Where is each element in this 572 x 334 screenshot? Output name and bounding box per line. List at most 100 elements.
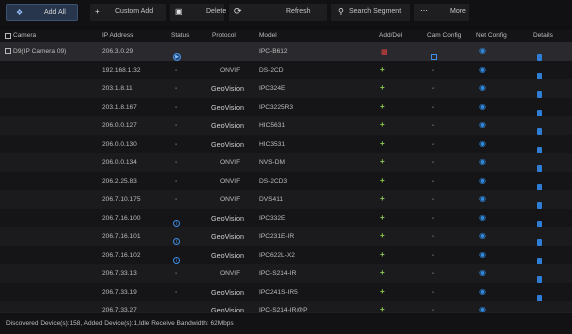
column-model[interactable]: Model [259, 32, 277, 39]
table-row[interactable]: 206.2.25.83 - ONVIF DS-2CD3 + - ◉ [0, 171, 572, 191]
gear-icon[interactable]: ◉ [479, 139, 486, 148]
cam-config-dash: - [432, 122, 435, 129]
table-row[interactable]: 192.168.1.32 - ONVIF DS-2CD + - ◉ [0, 60, 572, 80]
add-icon[interactable]: + [380, 176, 385, 185]
column-protocol[interactable]: Protocol [212, 32, 236, 39]
custom-add-button[interactable]: + Custom Add [90, 4, 166, 21]
cam-config-dash: - [432, 177, 435, 185]
table-row[interactable]: 203.1.8.11 - GeoVision IPC324E + - ◉ [0, 79, 572, 98]
gear-icon[interactable]: ◉ [479, 194, 486, 203]
status-dash: - [175, 159, 178, 166]
protocol: GeoVision [211, 121, 245, 130]
table-row[interactable]: 206.7.16.101 i GeoVision IPC231E-IR + - ◉ [0, 227, 572, 246]
row-checkbox[interactable] [5, 48, 11, 54]
table-row[interactable]: 206.0.0.134 - ONVIF NVS-DM + - ◉ [0, 153, 572, 172]
gear-icon[interactable]: ◉ [479, 46, 486, 55]
plus-icon: + [95, 7, 100, 16]
gear-icon[interactable]: ◉ [479, 157, 486, 166]
table-row[interactable]: 206.7.16.100 i GeoVision IPC332E + - ◉ [0, 208, 572, 228]
gear-icon[interactable]: ◉ [479, 213, 486, 222]
table-row[interactable]: 203.1.8.167 - GeoVision IPC3225R3 + - ◉ [0, 97, 572, 117]
status-dash: - [175, 196, 178, 203]
protocol: GeoVision [211, 102, 245, 112]
table-row[interactable]: D9(IP Camera 09) 206.3.0.29 ▶ IPC-B612 ▩ ◉ [0, 42, 572, 61]
ip-address: 206.7.16.102 [102, 251, 141, 259]
delete-icon[interactable]: ▩ [381, 48, 388, 56]
column-details[interactable]: Details [533, 32, 553, 39]
cam-config-dash: - [432, 103, 435, 111]
add-icon[interactable]: + [380, 287, 385, 296]
gear-icon[interactable]: ◉ [479, 65, 486, 74]
protocol: ONVIF [220, 196, 241, 203]
gear-icon[interactable]: ◉ [479, 176, 486, 185]
ip-address: 206.0.0.127 [102, 122, 137, 129]
protocol: GeoVision [211, 232, 245, 241]
add-all-button[interactable]: ❖ Add All [6, 4, 78, 21]
add-all-label: Add All [44, 9, 66, 16]
gear-icon[interactable]: ◉ [479, 102, 486, 111]
column-net-config[interactable]: Net Config [476, 32, 507, 39]
add-icon[interactable]: + [380, 65, 385, 74]
trash-icon: ▣ [175, 7, 183, 16]
add-icon[interactable]: + [380, 250, 385, 259]
search-segment-button[interactable]: ⚲ Search Segment [331, 4, 410, 21]
add-icon[interactable]: + [380, 139, 385, 148]
status-bar: Discovered Device(s):158, Added Device(s… [0, 312, 572, 334]
table-row[interactable]: 206.0.0.127 - GeoVision HIC5631 + - ◉ [0, 116, 572, 135]
model: NVS-DM [259, 159, 286, 166]
table-row[interactable]: 206.7.33.13 - ONVIF IPC-S214-IR + - ◉ [0, 264, 572, 283]
column-ip-address[interactable]: IP Address [102, 32, 133, 39]
cam-config-dash: - [432, 140, 435, 148]
refresh-button[interactable]: ⟳ Refresh [229, 4, 327, 21]
refresh-label: Refresh [286, 8, 311, 15]
column-status[interactable]: Status [171, 32, 189, 39]
add-icon[interactable]: + [380, 268, 385, 277]
column-camera[interactable]: Camera [13, 32, 36, 39]
column-add-del[interactable]: Add/Del [379, 32, 402, 39]
add-icon[interactable]: + [380, 157, 385, 166]
add-icon[interactable]: + [380, 102, 385, 111]
model: DVS411 [259, 196, 284, 203]
gear-icon[interactable]: ◉ [479, 250, 486, 259]
gear-icon[interactable]: ◉ [479, 83, 486, 92]
camera-name: D9(IP Camera 09) [13, 48, 67, 55]
delete-button[interactable]: ▣ Delete [170, 4, 227, 21]
ip-address: 206.7.10.175 [102, 196, 141, 203]
cam-config-dash: - [432, 66, 435, 74]
cam-config-dash: - [432, 196, 435, 203]
delete-label: Delete [206, 8, 227, 15]
select-all-checkbox[interactable] [5, 33, 11, 39]
model: HIC3531 [259, 140, 286, 148]
status-bar-text: Discovered Device(s):158, Added Device(s… [6, 320, 234, 327]
status-dash: - [175, 66, 178, 74]
model: DS-2CD [259, 66, 284, 74]
column-cam-config[interactable]: Cam Config [427, 32, 461, 39]
cam-config-dash: - [432, 233, 435, 240]
search-icon: ⚲ [338, 7, 344, 16]
model: IPC332E [259, 214, 286, 222]
model: DS-2CD3 [259, 177, 288, 185]
gear-icon[interactable]: ◉ [479, 120, 486, 129]
status-dash: - [175, 288, 178, 296]
gear-icon[interactable]: ◉ [479, 268, 486, 277]
table-header: Camera IP Address Status Protocol Model … [0, 30, 572, 42]
more-button[interactable]: ⋯ More [414, 4, 469, 21]
table-row[interactable]: 206.7.16.102 i GeoVision IPC622L-X2 + - ◉ [0, 245, 572, 265]
protocol: GeoVision [211, 213, 245, 223]
status-dash: - [175, 85, 178, 92]
add-icon[interactable]: + [380, 83, 385, 92]
add-icon[interactable]: + [380, 120, 385, 129]
model: HIC5631 [259, 122, 286, 129]
custom-add-label: Custom Add [115, 8, 154, 15]
table-row[interactable]: 206.7.10.175 - ONVIF DVS411 + - ◉ [0, 190, 572, 209]
add-icon[interactable]: + [380, 231, 385, 240]
gear-icon[interactable]: ◉ [479, 231, 486, 240]
model: IPC231E-IR [259, 233, 295, 240]
table-row[interactable]: 206.0.0.130 - GeoVision HIC3531 + - ◉ [0, 134, 572, 154]
model: IPC-B612 [259, 48, 288, 55]
table-row[interactable]: 206.7.33.19 - GeoVision IPC241S-IR5 + - ◉ [0, 282, 572, 302]
gear-icon[interactable]: ◉ [479, 287, 486, 296]
toolbar: ❖ Add All + Custom Add ▣ Delete ⟳ Refres… [0, 0, 572, 26]
add-icon[interactable]: + [380, 213, 385, 222]
add-icon[interactable]: + [380, 194, 385, 203]
